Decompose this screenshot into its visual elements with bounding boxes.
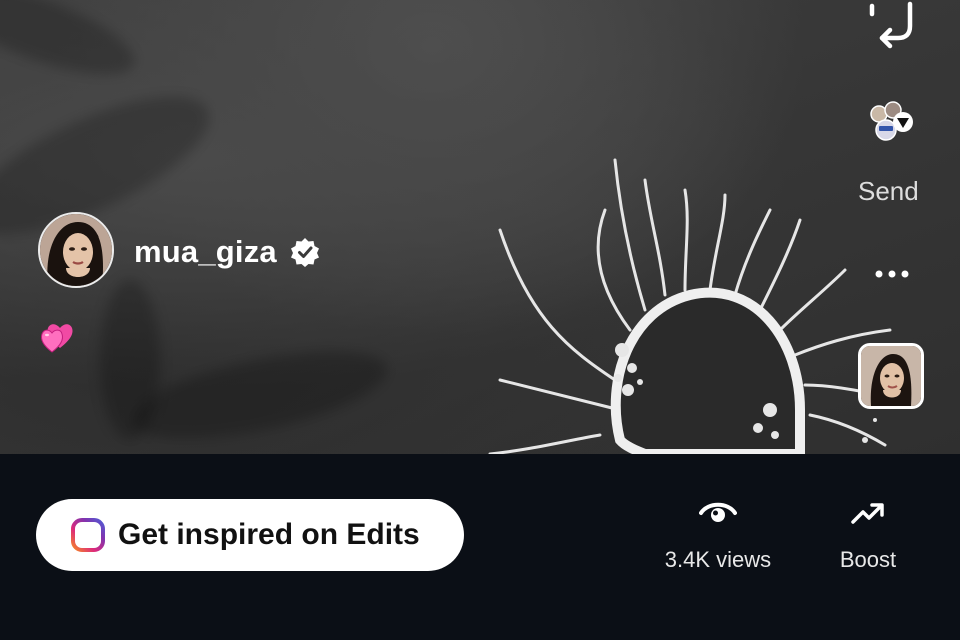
views-stat[interactable]: 3.4K views [650,498,786,573]
boost-button[interactable]: Boost [826,498,910,573]
get-inspired-on-edits-button[interactable]: Get inspired on Edits [36,499,464,571]
repost-icon[interactable] [866,0,918,50]
fabric-fold [0,0,145,93]
send-contacts-icon[interactable] [866,100,916,148]
fabric-fold [0,69,227,261]
reel-video[interactable]: Send mua_giza [0,0,960,454]
eye-icon [699,502,737,522]
views-label: 3.4K views [664,547,772,572]
verified-icon [291,238,319,267]
fabric-fold [125,333,395,454]
author-avatar[interactable] [38,212,114,288]
shirt-sun-print [488,158,902,454]
more-dots-icon[interactable] [874,264,910,284]
edits-button-label: Get inspired on Edits [118,518,420,551]
trending-up-icon [851,503,884,524]
boost-label: Boost [839,547,897,572]
caption-emoji [38,318,78,354]
send-label[interactable]: Send [858,176,919,207]
audio-thumbnail[interactable] [858,343,924,409]
author-username[interactable]: mua_giza [134,234,277,270]
edits-logo-icon [71,518,105,552]
